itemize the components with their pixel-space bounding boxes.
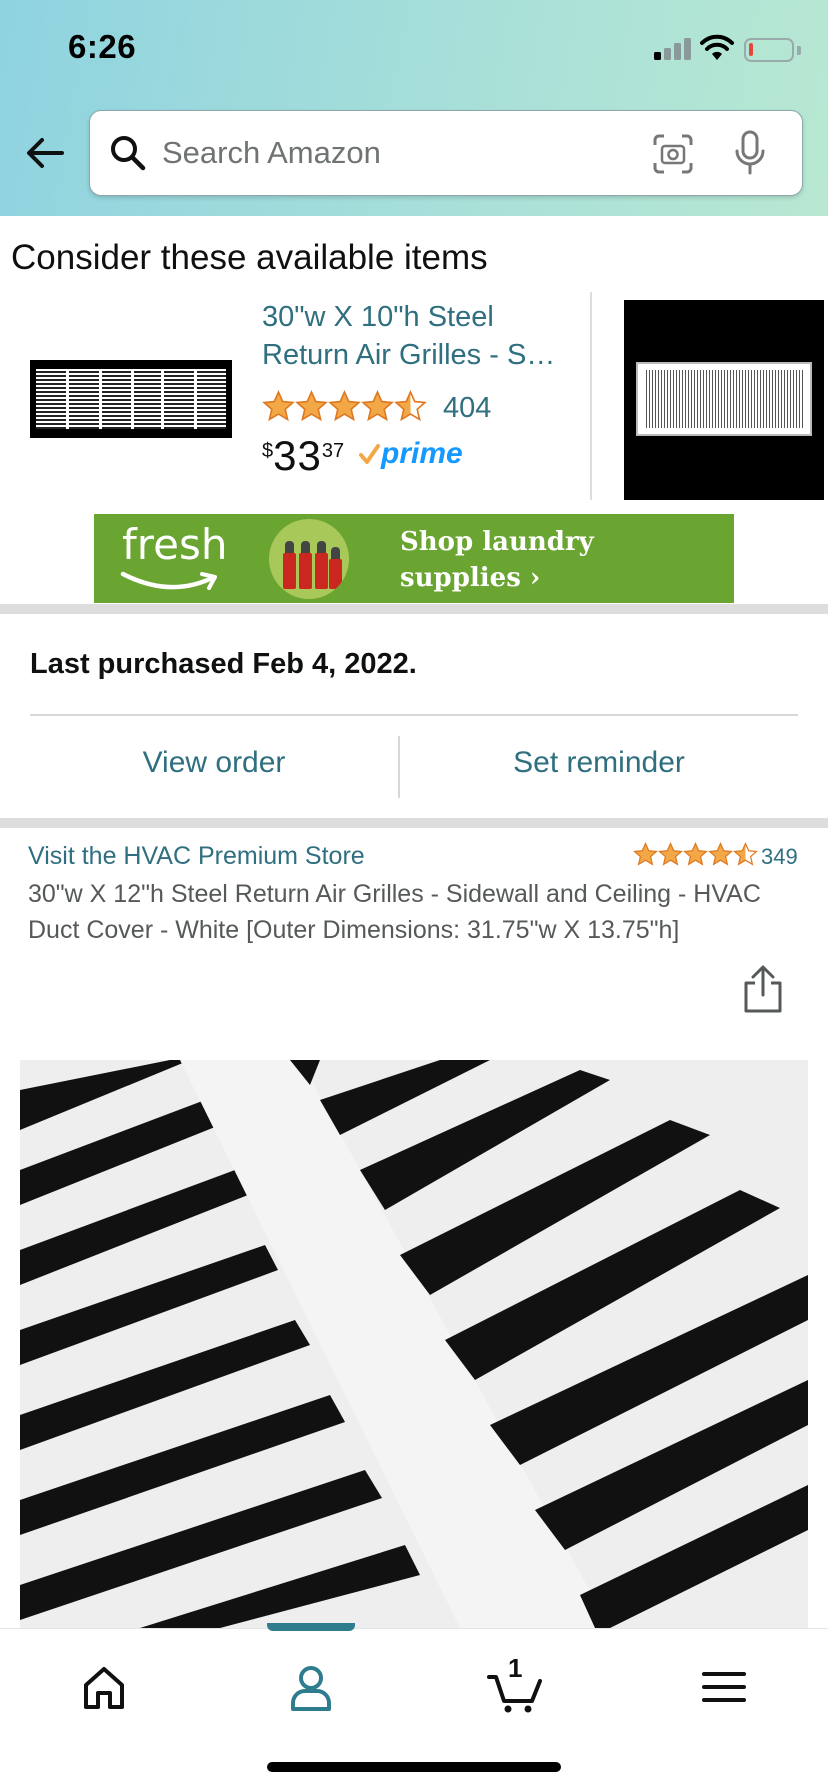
star-icon [361,390,394,422]
recommended-item-card[interactable]: 30"w X 10"h Steel Return Air Grilles - S… [0,290,590,500]
divider [30,714,798,716]
battery-level [749,43,753,56]
wifi-icon [700,34,734,60]
prime-check-icon [359,444,380,464]
grille-closeup-image [20,1060,808,1628]
recommended-item-title[interactable]: 30"w X 10"h Steel Return Air Grilles - S… [262,298,582,374]
search-input[interactable] [162,127,632,179]
battery-icon [744,38,794,62]
share-icon[interactable] [740,964,786,1014]
product-can [315,541,328,589]
can-cap [285,541,294,553]
prime-badge: prime [358,436,463,472]
prime-label: prime [381,437,463,470]
star-icon [733,842,758,866]
grille-divider [193,369,197,429]
can-cap [317,541,326,553]
status-time: 6:26 [68,28,137,65]
star-icon [633,842,658,866]
active-tab-indicator [267,1623,355,1631]
product-thumbnail[interactable] [30,360,232,438]
star-icon [394,390,427,422]
grille-divider [131,369,134,429]
store-link[interactable]: Visit the HVAC Premium Store [28,842,365,871]
smile-arrow-icon [120,571,217,590]
grille-divider [161,369,165,429]
fresh-banner-line2: supplies › [400,563,541,593]
star-rating [262,390,427,424]
price-symbol: $ [262,440,274,462]
price-fraction: 37 [321,440,345,462]
star-icon [262,390,295,422]
rating-count[interactable]: 349 [761,844,798,870]
hamburger-menu-icon[interactable] [694,1657,754,1717]
can-cap [301,541,310,553]
recommended-item-card-next[interactable] [624,300,824,500]
section-divider [0,604,828,614]
card-divider [590,292,592,500]
star-icon [328,390,361,422]
product-can [299,541,312,589]
star-icon [658,842,683,866]
header: 6:26 [0,0,828,216]
price-whole: 33 [273,432,322,479]
microphone-icon[interactable] [730,129,770,177]
cart-button[interactable]: 1 [486,1653,546,1717]
last-purchased-text: Last purchased Feb 4, 2022. [30,648,417,680]
grille-divider [66,369,70,429]
product-can [283,541,296,589]
home-icon[interactable] [74,1657,134,1717]
grille-divider [98,369,102,429]
star-icon [708,842,733,866]
search-box[interactable] [89,110,803,196]
star-rating[interactable] [633,842,758,867]
signal-bar [684,38,691,60]
cart-count: 1 [508,1653,523,1683]
star-icon [295,390,328,422]
fresh-ad-banner[interactable]: fresh Shop laundry supplies › [94,514,734,603]
price: $ 33 37 [262,432,344,482]
account-icon[interactable] [281,1657,341,1717]
product-can [329,547,342,589]
home-indicator [267,1762,561,1772]
fresh-logo: fresh [122,520,228,569]
section-divider [0,818,828,828]
signal-bar [674,43,681,60]
arrow-left-icon[interactable] [22,130,68,176]
status-icons [648,34,828,64]
camera-scan-icon[interactable] [652,133,694,175]
signal-bar [664,48,671,60]
product-main-image[interactable] [20,1060,808,1628]
search-icon [111,136,146,171]
fresh-banner-text: Shop laundry supplies › [400,524,720,596]
grille-pattern [644,370,804,428]
signal-bar [654,52,661,60]
view-order-link[interactable]: View order [30,746,398,780]
section-title: Consider these available items [11,238,488,277]
star-icon [683,842,708,866]
product-thumbnail [636,362,812,436]
product-title: 30"w X 12"h Steel Return Air Grilles - S… [28,880,761,944]
can-cap [331,547,340,559]
battery-tip [797,46,801,55]
grille-pattern [36,369,226,429]
laundry-products-image [269,519,349,599]
set-reminder-link[interactable]: Set reminder [400,746,798,780]
rating-count[interactable]: 404 [443,392,491,425]
fresh-banner-line1: Shop laundry [400,527,594,557]
